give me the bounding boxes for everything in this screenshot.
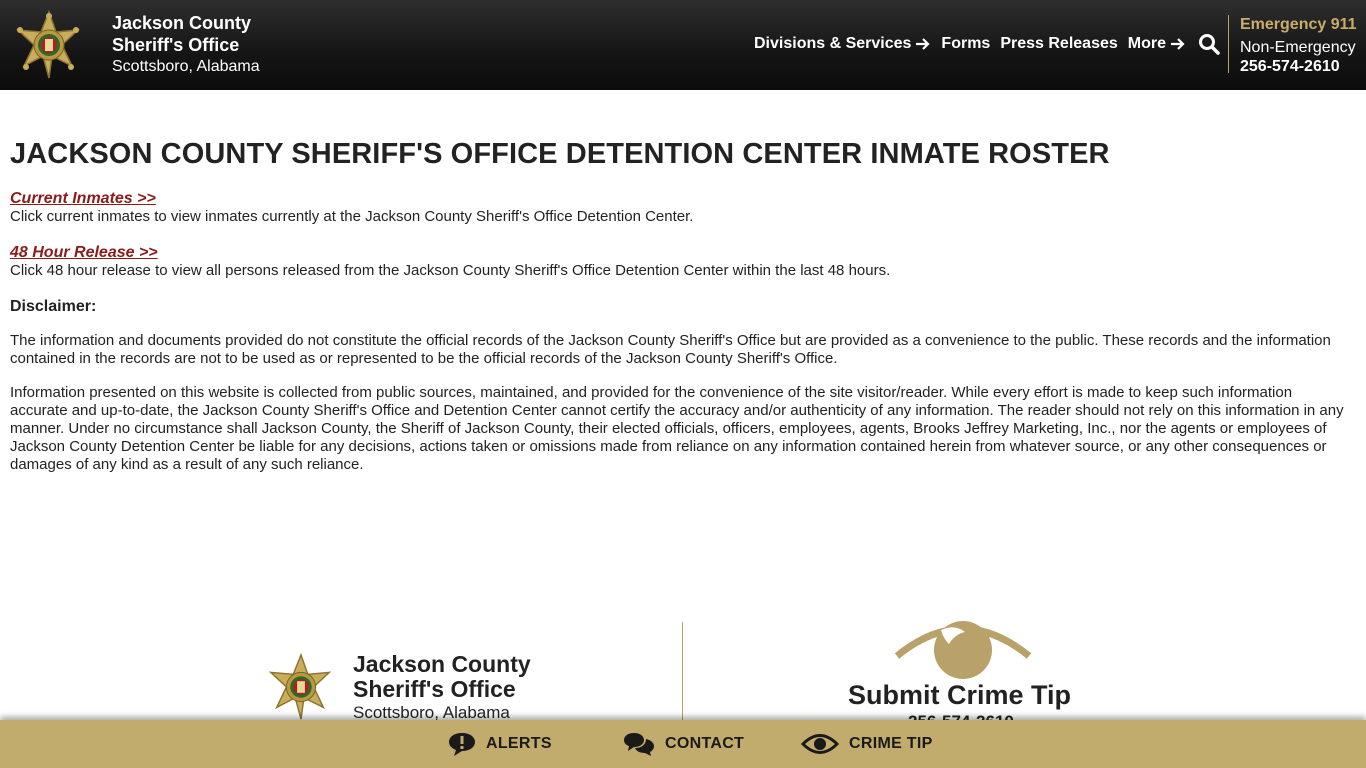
header-contact: Emergency 911 Non-Emergency 256-574-2610 [1240,14,1357,75]
footer-brand-line-2: Sheriff's Office [353,676,516,702]
nav-more[interactable]: More [1128,35,1186,53]
alerts-button[interactable]: ALERTS [448,720,552,768]
main-content: JACKSON COUNTY SHERIFF'S OFFICE DETENTIO… [10,136,1350,490]
nav-label: Press Releases [1000,35,1118,52]
brand-line-3: Scottsboro, Alabama [112,58,260,75]
current-inmates-section: Current Inmates >> Click current inmates… [10,190,1350,226]
non-emergency-phone[interactable]: 256-574-2610 [1240,58,1357,75]
nav-label: Forms [941,35,991,52]
contact-label: CONTACT [665,735,745,752]
alert-bubble-icon [449,733,475,756]
footer-brand[interactable]: Jackson County Sheriff's Office Scottsbo… [353,652,531,724]
nav-label: More [1127,35,1166,52]
disclaimer-paragraph-1: The information and documents provided d… [10,332,1331,367]
eye-icon [801,734,839,754]
contact-button[interactable]: CONTACT [623,720,744,768]
current-inmates-link[interactable]: Current Inmates >> [10,190,156,208]
crime-tip-label: CRIME TIP [849,735,933,752]
nav-press-releases[interactable]: Press Releases [1000,35,1117,53]
arrow-right-icon [1171,38,1185,50]
chat-bubbles-icon [624,733,654,756]
bottom-action-bar: ALERTS CONTACT CRIME TIP [0,720,1366,768]
non-emergency-label: Non-Emergency [1240,39,1356,56]
disclaimer-heading: Disclaimer: [10,298,97,315]
brand-line-1: Jackson County [112,13,252,33]
sheriff-badge-icon[interactable] [265,652,337,722]
footer-divider [682,622,683,722]
header-divider [1228,15,1229,73]
main-nav: Divisions & Services Forms Press Release… [754,33,1220,55]
disclaimer-paragraph-2: Information presented on this website is… [10,384,1344,473]
site-header: Jackson County Sheriff's Office Scottsbo… [0,0,1366,90]
release-section: 48 Hour Release >> Click 48 hour release… [10,244,1350,280]
current-inmates-description: Click current inmates to view inmates cu… [10,208,694,225]
emergency-label[interactable]: Emergency 911 [1240,14,1357,35]
nav-forms[interactable]: Forms [941,35,990,53]
nav-divisions-services[interactable]: Divisions & Services [754,35,931,53]
crime-tip-button[interactable]: CRIME TIP [801,720,933,768]
48-hour-release-link[interactable]: 48 Hour Release >> [10,244,158,262]
nav-label: Divisions & Services [754,35,912,52]
submit-crime-tip-title[interactable]: Submit Crime Tip [848,680,1071,711]
header-brand[interactable]: Jackson County Sheriff's Office Scottsbo… [112,12,260,78]
search-icon[interactable] [1198,33,1220,55]
brand-line-2: Sheriff's Office [112,35,240,55]
footer-brand-line-1: Jackson County [353,651,531,677]
alerts-label: ALERTS [486,735,552,752]
sheriff-badge-icon[interactable] [12,10,86,80]
release-description: Click 48 hour release to view all person… [10,262,891,279]
page-title: JACKSON COUNTY SHERIFF'S OFFICE DETENTIO… [10,138,1110,170]
arrow-right-icon [916,38,930,50]
eye-icon[interactable] [893,620,1033,682]
